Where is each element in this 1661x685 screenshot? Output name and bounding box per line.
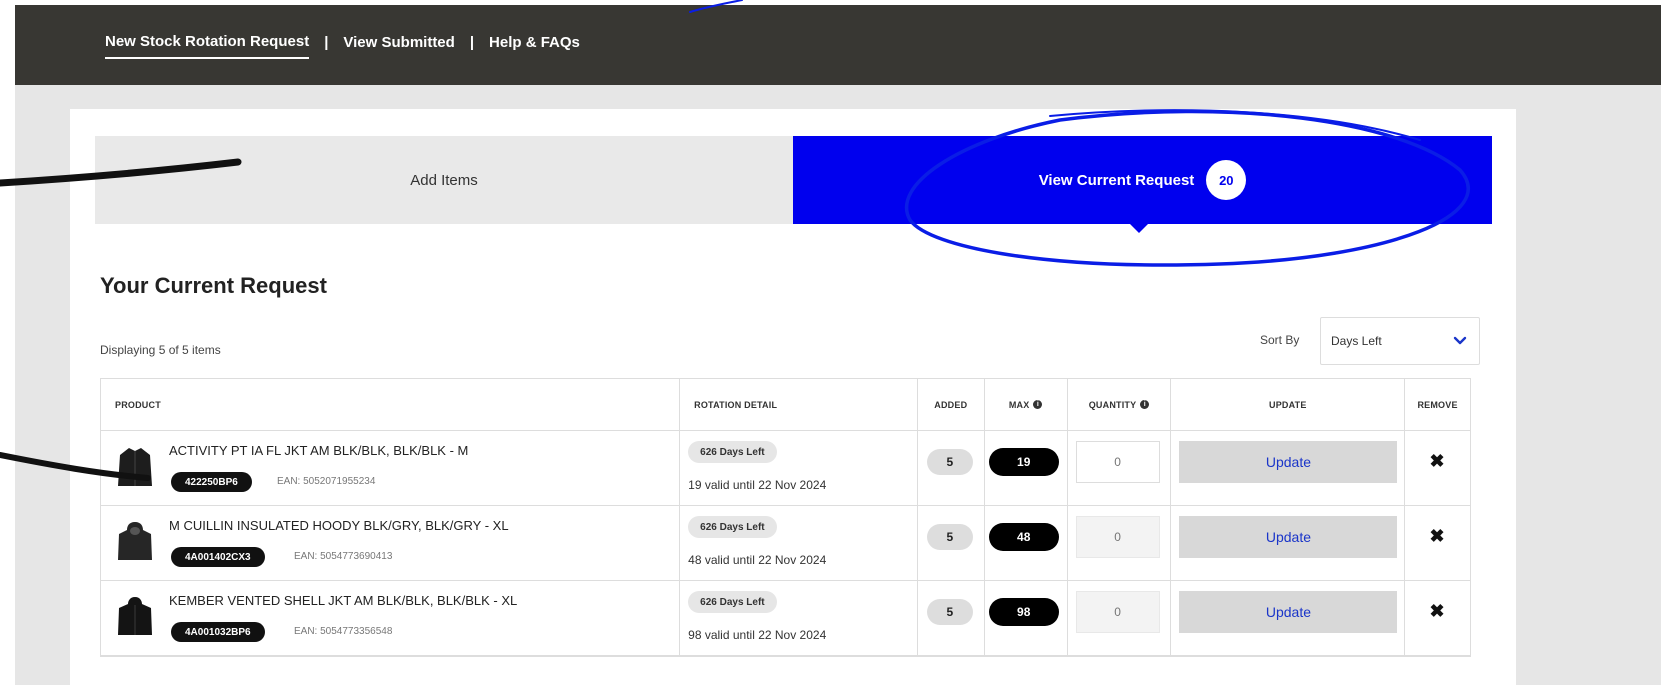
rotation-cell: 626 Days Left 48 valid until 22 Nov 2024 (680, 506, 918, 580)
display-count: Displaying 5 of 5 items (100, 343, 221, 357)
remove-icon[interactable]: ✖ (1427, 526, 1447, 546)
tab-view-current-label: View Current Request (1038, 171, 1195, 189)
info-icon[interactable]: i (1033, 400, 1043, 409)
added-count: 5 (926, 524, 973, 550)
ean-text: EAN: 5054773690413 (294, 551, 393, 562)
valid-until-text: 48 valid until 22 Nov 2024 (688, 553, 827, 567)
ean-text: EAN: 5052071955234 (277, 476, 376, 487)
days-left-badge: 626 Days Left (688, 441, 777, 463)
rotation-cell: 626 Days Left 98 valid until 22 Nov 2024 (680, 581, 918, 655)
table-header-row: PRODUCT ROTATION DETAIL ADDED MAX i QUANT… (101, 379, 1470, 431)
header-rotation-detail: ROTATION DETAIL (680, 379, 918, 430)
remove-cell: ✖ (1405, 506, 1470, 580)
days-left-badge: 626 Days Left (688, 591, 777, 613)
nav-view-submitted[interactable]: View Submitted (343, 34, 454, 58)
request-table: PRODUCT ROTATION DETAIL ADDED MAX i QUANT… (100, 378, 1471, 657)
added-cell: 5 (918, 431, 985, 505)
update-cell: Update (1171, 431, 1406, 505)
request-count-badge: 20 (1206, 160, 1247, 200)
top-navigation: New Stock Rotation Request | View Submit… (15, 5, 1661, 85)
update-button[interactable]: Update (1179, 441, 1398, 483)
remove-cell: ✖ (1405, 431, 1470, 505)
header-max-label: MAX (1008, 399, 1030, 410)
ean-text: EAN: 5054773356548 (294, 626, 393, 637)
sku-badge: 4A001402CX3 (171, 547, 265, 567)
max-count: 19 (988, 448, 1059, 476)
valid-until-text: 98 valid until 22 Nov 2024 (688, 628, 827, 642)
quantity-cell (1068, 506, 1172, 580)
added-count: 5 (926, 599, 973, 625)
app-viewport: New Stock Rotation Request | View Submit… (15, 5, 1661, 685)
info-icon[interactable]: i (1140, 400, 1150, 409)
product-cell: ACTIVITY PT IA FL JKT AM BLK/BLK, BLK/BL… (101, 431, 681, 505)
tab-add-items-label: Add Items (410, 171, 478, 189)
product-cell: M CUILLIN INSULATED HOODY BLK/GRY, BLK/G… (101, 506, 681, 580)
jacket-thumbnail-icon (118, 448, 152, 486)
jacket-thumbnail-icon (118, 597, 152, 635)
max-count: 98 (988, 598, 1059, 626)
valid-until-text: 19 valid until 22 Nov 2024 (688, 478, 827, 492)
tab-add-items[interactable]: Add Items (95, 136, 793, 224)
product-name: KEMBER VENTED SHELL JKT AM BLK/BLK, BLK/… (169, 593, 518, 608)
nav-help-faqs[interactable]: Help & FAQs (489, 34, 580, 58)
chevron-down-icon (1453, 336, 1467, 345)
max-count: 48 (988, 523, 1059, 551)
max-cell: 19 (985, 431, 1068, 505)
header-quantity: QUANTITY i (1068, 379, 1172, 430)
hoody-thumbnail-icon (118, 522, 152, 560)
table-row: M CUILLIN INSULATED HOODY BLK/GRY, BLK/G… (101, 506, 1470, 581)
header-max: MAX i (985, 379, 1068, 430)
days-left-badge: 626 Days Left (688, 516, 777, 538)
quantity-input[interactable] (1075, 591, 1160, 633)
remove-icon[interactable]: ✖ (1427, 601, 1447, 621)
rotation-cell: 626 Days Left 19 valid until 22 Nov 2024 (680, 431, 918, 505)
added-cell: 5 (918, 581, 985, 655)
product-cell: KEMBER VENTED SHELL JKT AM BLK/BLK, BLK/… (101, 581, 681, 655)
remove-icon[interactable]: ✖ (1427, 451, 1447, 471)
table-row: KEMBER VENTED SHELL JKT AM BLK/BLK, BLK/… (101, 581, 1470, 656)
quantity-cell (1068, 431, 1172, 505)
added-cell: 5 (918, 506, 985, 580)
remove-cell: ✖ (1405, 581, 1470, 655)
header-remove: REMOVE (1417, 399, 1458, 410)
nav-separator: | (324, 34, 329, 51)
max-cell: 98 (985, 581, 1068, 655)
nav-new-stock-rotation[interactable]: New Stock Rotation Request (105, 33, 310, 59)
request-card: Add Items View Current Request 20 Your C… (70, 109, 1516, 685)
header-added: ADDED (918, 379, 985, 430)
sort-select[interactable]: Days Left (1320, 317, 1480, 365)
header-update: UPDATE (1171, 379, 1406, 430)
update-button[interactable]: Update (1179, 591, 1398, 633)
sku-badge: 4A001032BP6 (171, 622, 265, 642)
step-tabs: Add Items View Current Request 20 (95, 136, 1492, 233)
nav-separator: | (469, 34, 475, 51)
header-quantity-label: QUANTITY (1088, 399, 1137, 410)
update-cell: Update (1171, 506, 1406, 580)
product-name: ACTIVITY PT IA FL JKT AM BLK/BLK, BLK/BL… (169, 443, 469, 458)
header-product: PRODUCT (101, 379, 681, 430)
active-tab-pointer (1130, 224, 1148, 233)
update-cell: Update (1171, 581, 1406, 655)
sort-by-label: Sort By (1260, 333, 1300, 347)
sku-badge: 422250BP6 (171, 472, 252, 492)
max-cell: 48 (985, 506, 1068, 580)
page-title: Your Current Request (100, 273, 327, 298)
quantity-input[interactable] (1075, 441, 1160, 483)
sort-select-value: Days Left (1331, 334, 1382, 348)
quantity-input[interactable] (1075, 516, 1160, 558)
tab-view-current-request[interactable]: View Current Request 20 (793, 136, 1492, 233)
quantity-cell (1068, 581, 1172, 655)
added-count: 5 (926, 449, 973, 475)
update-button[interactable]: Update (1179, 516, 1398, 558)
table-row: ACTIVITY PT IA FL JKT AM BLK/BLK, BLK/BL… (101, 431, 1470, 506)
product-name: M CUILLIN INSULATED HOODY BLK/GRY, BLK/G… (169, 518, 509, 533)
